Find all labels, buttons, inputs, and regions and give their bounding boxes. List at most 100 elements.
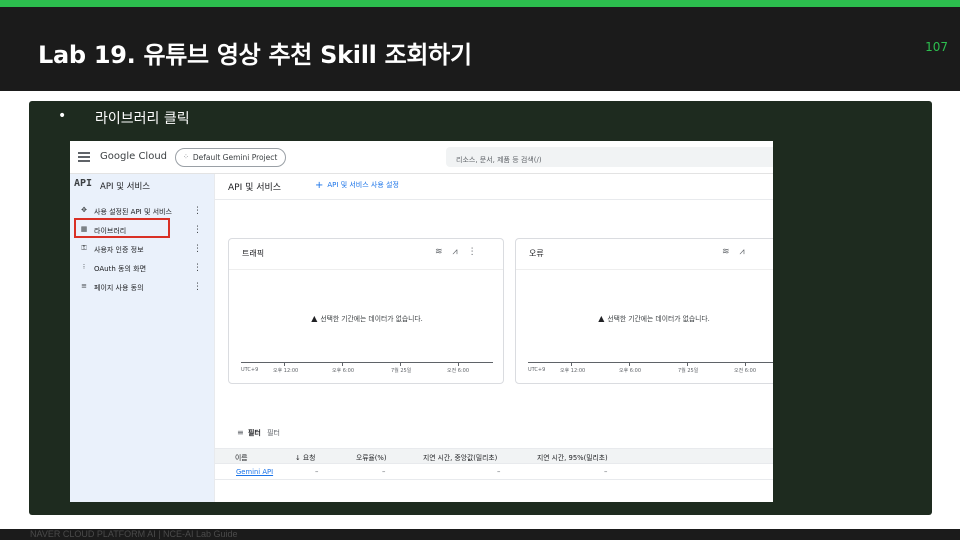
card-divider — [516, 269, 773, 270]
console-screenshot: Google Cloud ⁘ Default Gemini Project AP… — [70, 141, 773, 502]
more-options-icon[interactable]: ⋮ — [193, 262, 202, 274]
axis-tick-label: 오후 6:00 — [332, 368, 355, 374]
axis-tick-label: 오후 12:00 — [273, 368, 299, 374]
sidebar: API API 및 서비스 ✥ 사용 설정된 API 및 서비스 ⋮ ▦ 라이브… — [70, 174, 214, 502]
x-axis-line — [241, 362, 493, 363]
axis-tick — [571, 363, 572, 366]
more-options-icon[interactable]: ⋮ — [193, 224, 202, 236]
sidebar-item-label: OAuth 동의 화면 — [94, 265, 147, 273]
no-data-text: 선택한 기간에는 데이터가 없습니다. — [607, 315, 710, 323]
no-data-message: ▲ 선택한 기간에는 데이터가 없습니다. — [516, 313, 773, 323]
axis-tick — [458, 363, 459, 366]
top-accent-bar — [0, 0, 960, 7]
sort-down-icon: ↓ — [295, 454, 301, 462]
search-box[interactable] — [446, 147, 773, 170]
search-input[interactable] — [446, 150, 773, 170]
axis-tick-label: 오전 6:00 — [734, 368, 757, 374]
slide-title: Lab 19. 유튜브 영상 추천 Skill 조회하기 — [38, 41, 472, 69]
median-latency-value: – — [497, 468, 501, 476]
sidebar-title: API 및 서비스 — [100, 182, 151, 192]
axis-tick — [745, 363, 746, 366]
oauth-icon: ⁝ — [82, 263, 86, 271]
chart-explore-icon[interactable]: ⩘ — [740, 247, 745, 257]
more-options-icon[interactable]: ⋮ — [193, 205, 202, 217]
axis-tick-label: 7월 25일 — [678, 368, 699, 374]
footer-text: NAVER CLOUD PLATFORM AI | NCE-AI Lab Gui… — [30, 529, 238, 539]
sidebar-item-label: 라이브러리 — [94, 227, 127, 235]
column-header-error-rate[interactable]: 오류율(%) — [356, 452, 387, 462]
project-icon: ⁘ — [183, 153, 189, 161]
more-options-icon[interactable]: ⋮ — [193, 243, 202, 255]
errors-card: 오류 ≋ ⩘ ▲ 선택한 기간에는 데이터가 없습니다. UTC+9 오후 12:0… — [515, 238, 773, 384]
plus-icon: + — [315, 180, 324, 191]
sidebar-item-page-usage-agreement[interactable]: ≡ 페이지 사용 동의 ⋮ — [70, 279, 214, 296]
more-options-icon[interactable]: ⋮ — [468, 247, 477, 257]
key-icon: ⚿ — [81, 244, 87, 252]
sidebar-item-label: 페이지 사용 동의 — [94, 284, 144, 292]
axis-tick-label: UTC+9 — [241, 367, 259, 373]
library-icon: ▦ — [80, 225, 88, 233]
warning-icon: ▲ — [598, 314, 605, 323]
project-name: Default Gemini Project — [192, 153, 278, 162]
p95-latency-value: – — [604, 468, 608, 476]
filter-label: 필터 — [247, 429, 261, 437]
axis-tick — [342, 363, 343, 366]
sidebar-item-library[interactable]: ▦ 라이브러리 ⋮ — [70, 222, 214, 239]
card-tools: ≋ ⩘ ⋮ — [425, 247, 477, 257]
sidebar-item-oauth-consent[interactable]: ⁝ OAuth 동의 화면 ⋮ — [70, 260, 214, 277]
axis-tick — [629, 363, 630, 366]
column-header-p95-latency[interactable]: 지연 시간, 95%(밀리초) — [537, 452, 608, 462]
card-divider — [229, 269, 503, 270]
warning-icon: ▲ — [311, 314, 318, 323]
legend-icon[interactable]: ≋ — [722, 247, 730, 257]
no-data-text: 선택한 기간에는 데이터가 없습니다. — [320, 315, 423, 323]
no-data-message: ▲ 선택한 기간에는 데이터가 없습니다. — [229, 313, 505, 323]
table-row: Gemini API – – – – — [215, 464, 773, 480]
table-header: 이름 ↓ 요청 오류율(%) 지연 시간, 중앙값(밀리초) 지연 시간, 95… — [215, 448, 773, 464]
sidebar-item-enabled-apis[interactable]: ✥ 사용 설정된 API 및 서비스 ⋮ — [70, 203, 214, 220]
error-rate-value: – — [382, 468, 386, 476]
sidebar-item-credentials[interactable]: ⚿ 사용자 인증 정보 ⋮ — [70, 241, 214, 258]
api-badge-icon: API — [74, 178, 93, 189]
column-header-requests[interactable]: ↓ 요청 — [295, 452, 315, 462]
axis-tick — [400, 363, 401, 366]
enable-apis-button[interactable]: + API 및 서비스 사용 설정 — [315, 180, 399, 191]
card-tools: ≋ ⩘ — [712, 247, 745, 257]
sidebar-item-label: 사용자 인증 정보 — [94, 246, 144, 254]
header-divider — [215, 199, 773, 200]
project-selector[interactable]: ⁘ Default Gemini Project — [175, 148, 287, 167]
agreement-icon: ≡ — [81, 282, 87, 290]
axis-tick-label: 오후 12:00 — [560, 368, 586, 374]
sidebar-item-label: 사용 설정된 API 및 서비스 — [94, 208, 172, 216]
enabled-apis-icon: ✥ — [81, 206, 87, 214]
card-title: 트래픽 — [242, 249, 265, 258]
traffic-card: 트래픽 ≋ ⩘ ⋮ ▲ 선택한 기간에는 데이터가 없습니다. UTC+9 오후 12… — [228, 238, 504, 384]
bullet-marker: • — [58, 108, 67, 124]
enable-apis-label: API 및 서비스 사용 설정 — [327, 181, 399, 189]
column-header-name[interactable]: 이름 — [235, 452, 248, 462]
column-header-label: 요청 — [302, 454, 316, 462]
google-cloud-logo[interactable]: Google Cloud — [100, 151, 167, 162]
requests-value: – — [315, 468, 319, 476]
page-title: API 및 서비스 — [228, 183, 282, 193]
filter-input-placeholder[interactable]: 필터 — [267, 429, 280, 437]
axis-tick-label: UTC+9 — [528, 367, 546, 373]
more-options-icon[interactable]: ⋮ — [193, 281, 202, 293]
hamburger-menu-icon[interactable] — [78, 152, 90, 162]
card-title: 오류 — [529, 249, 544, 258]
axis-tick-label: 7월 25일 — [391, 368, 412, 374]
chart-explore-icon[interactable]: ⩘ — [453, 247, 458, 257]
title-band: Lab 19. 유튜브 영상 추천 Skill 조회하기 107 — [0, 7, 960, 91]
main-content: API 및 서비스 + API 및 서비스 사용 설정 트래픽 ≋ ⩘ ⋮ ▲ 선택한 … — [214, 174, 773, 502]
axis-tick-label: 오후 6:00 — [619, 368, 642, 374]
api-name-link[interactable]: Gemini API — [236, 468, 273, 476]
axis-tick — [687, 363, 688, 366]
page-number: 107 — [925, 40, 948, 54]
filter-bar[interactable]: ≡ 필터 필터 — [237, 428, 280, 438]
column-header-median-latency[interactable]: 지연 시간, 중앙값(밀리초) — [423, 452, 497, 462]
console-header: Google Cloud ⁘ Default Gemini Project — [70, 141, 773, 174]
filter-icon: ≡ — [237, 428, 244, 437]
legend-icon[interactable]: ≋ — [435, 247, 443, 257]
axis-tick — [284, 363, 285, 366]
x-axis-line — [528, 362, 773, 363]
